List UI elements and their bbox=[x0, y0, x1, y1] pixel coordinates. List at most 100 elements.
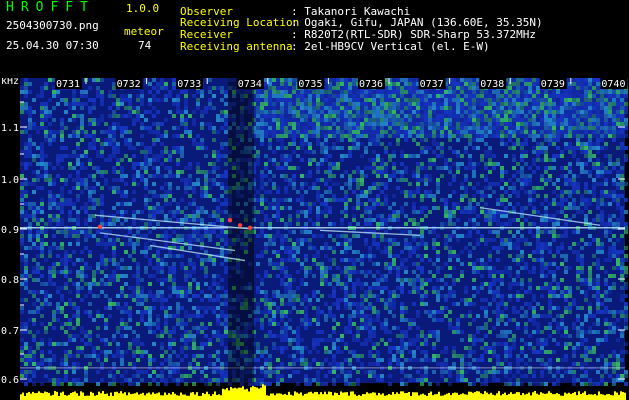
noise-cell bbox=[216, 306, 220, 310]
noise-cell bbox=[568, 290, 572, 294]
noise-cell bbox=[572, 94, 576, 98]
noise-cell bbox=[552, 182, 556, 186]
noise-cell bbox=[260, 110, 264, 114]
noise-cell bbox=[324, 126, 328, 130]
noise-cell bbox=[484, 162, 488, 166]
noise-cell bbox=[156, 82, 160, 86]
noise-cell bbox=[132, 118, 136, 122]
noise-cell bbox=[20, 282, 24, 286]
noise-cell bbox=[588, 138, 592, 142]
noise-cell bbox=[188, 238, 192, 242]
noise-cell bbox=[316, 130, 320, 134]
noise-cell bbox=[400, 174, 404, 178]
noise-cell bbox=[500, 242, 504, 246]
noise-cell bbox=[480, 90, 484, 94]
noise-cell bbox=[284, 98, 288, 102]
noise-cell bbox=[316, 254, 320, 258]
noise-cell bbox=[88, 86, 92, 90]
noise-cell bbox=[112, 278, 116, 282]
noise-cell bbox=[360, 94, 364, 98]
noise-cell bbox=[160, 142, 164, 146]
noise-cell bbox=[80, 90, 84, 94]
noise-cell bbox=[124, 98, 128, 102]
noise-cell bbox=[308, 102, 312, 106]
noise-cell bbox=[492, 166, 496, 170]
noise-cell bbox=[188, 270, 192, 274]
noise-cell bbox=[384, 306, 388, 310]
noise-cell bbox=[548, 126, 552, 130]
noise-cell bbox=[76, 258, 80, 262]
noise-cell bbox=[576, 110, 580, 114]
noise-cell bbox=[108, 142, 112, 146]
noise-cell bbox=[380, 202, 384, 206]
noise-cell bbox=[384, 98, 388, 102]
noise-cell bbox=[392, 218, 396, 222]
noise-cell bbox=[532, 106, 536, 110]
noise-cell bbox=[272, 266, 276, 270]
noise-cell bbox=[324, 110, 328, 114]
noise-cell bbox=[112, 238, 116, 242]
noise-cell bbox=[436, 90, 440, 94]
noise-cell bbox=[168, 110, 172, 114]
noise-cell bbox=[392, 82, 396, 86]
noise-cell bbox=[76, 170, 80, 174]
noise-cell bbox=[528, 122, 532, 126]
noise-cell bbox=[364, 134, 368, 138]
noise-cell bbox=[404, 222, 408, 226]
noise-cell bbox=[564, 142, 568, 146]
noise-cell bbox=[348, 222, 352, 226]
noise-cell bbox=[52, 218, 56, 222]
noise-cell bbox=[324, 122, 328, 126]
noise-cell bbox=[584, 90, 588, 94]
noise-cell bbox=[176, 238, 180, 242]
noise-cell bbox=[280, 130, 284, 134]
noise-cell bbox=[596, 242, 600, 246]
noise-cell bbox=[388, 294, 392, 298]
noise-cell bbox=[616, 162, 620, 166]
noise-cell bbox=[512, 82, 516, 86]
noise-cell bbox=[412, 286, 416, 290]
noise-cell bbox=[612, 198, 616, 202]
noise-cell bbox=[60, 202, 64, 206]
noise-cell bbox=[300, 114, 304, 118]
noise-cell bbox=[424, 290, 428, 294]
noise-cell bbox=[524, 218, 528, 222]
noise-cell bbox=[424, 302, 428, 306]
noise-cell bbox=[264, 90, 268, 94]
noise-cell bbox=[372, 162, 376, 166]
noise-cell bbox=[468, 154, 472, 158]
noise-cell bbox=[544, 98, 548, 102]
noise-cell bbox=[552, 262, 556, 266]
noise-cell bbox=[372, 118, 376, 122]
noise-cell bbox=[384, 170, 388, 174]
noise-cell bbox=[316, 186, 320, 190]
noise-cell bbox=[512, 114, 516, 118]
noise-cell bbox=[104, 262, 108, 266]
noise-cell bbox=[372, 294, 376, 298]
noise-cell bbox=[312, 222, 316, 226]
noise-cell bbox=[508, 86, 512, 90]
noise-cell bbox=[624, 230, 628, 234]
noise-cell bbox=[524, 162, 528, 166]
noise-cell bbox=[304, 98, 308, 102]
noise-cell bbox=[304, 190, 308, 194]
noise-cell bbox=[360, 270, 364, 274]
noise-cell bbox=[432, 290, 436, 294]
noise-cell bbox=[608, 98, 612, 102]
noise-cell bbox=[376, 94, 380, 98]
noise-cell bbox=[112, 302, 116, 306]
noise-cell bbox=[312, 110, 316, 114]
noise-cell bbox=[600, 246, 604, 250]
noise-cell bbox=[536, 130, 540, 134]
noise-cell bbox=[448, 134, 452, 138]
noise-cell bbox=[432, 158, 436, 162]
noise-cell bbox=[392, 202, 396, 206]
noise-cell bbox=[148, 262, 152, 266]
noise-cell bbox=[164, 194, 168, 198]
noise-cell bbox=[64, 234, 68, 238]
noise-cell bbox=[132, 110, 136, 114]
noise-cell bbox=[472, 286, 476, 290]
noise-cell bbox=[616, 262, 620, 266]
noise-cell bbox=[180, 286, 184, 290]
noise-cell bbox=[176, 290, 180, 294]
